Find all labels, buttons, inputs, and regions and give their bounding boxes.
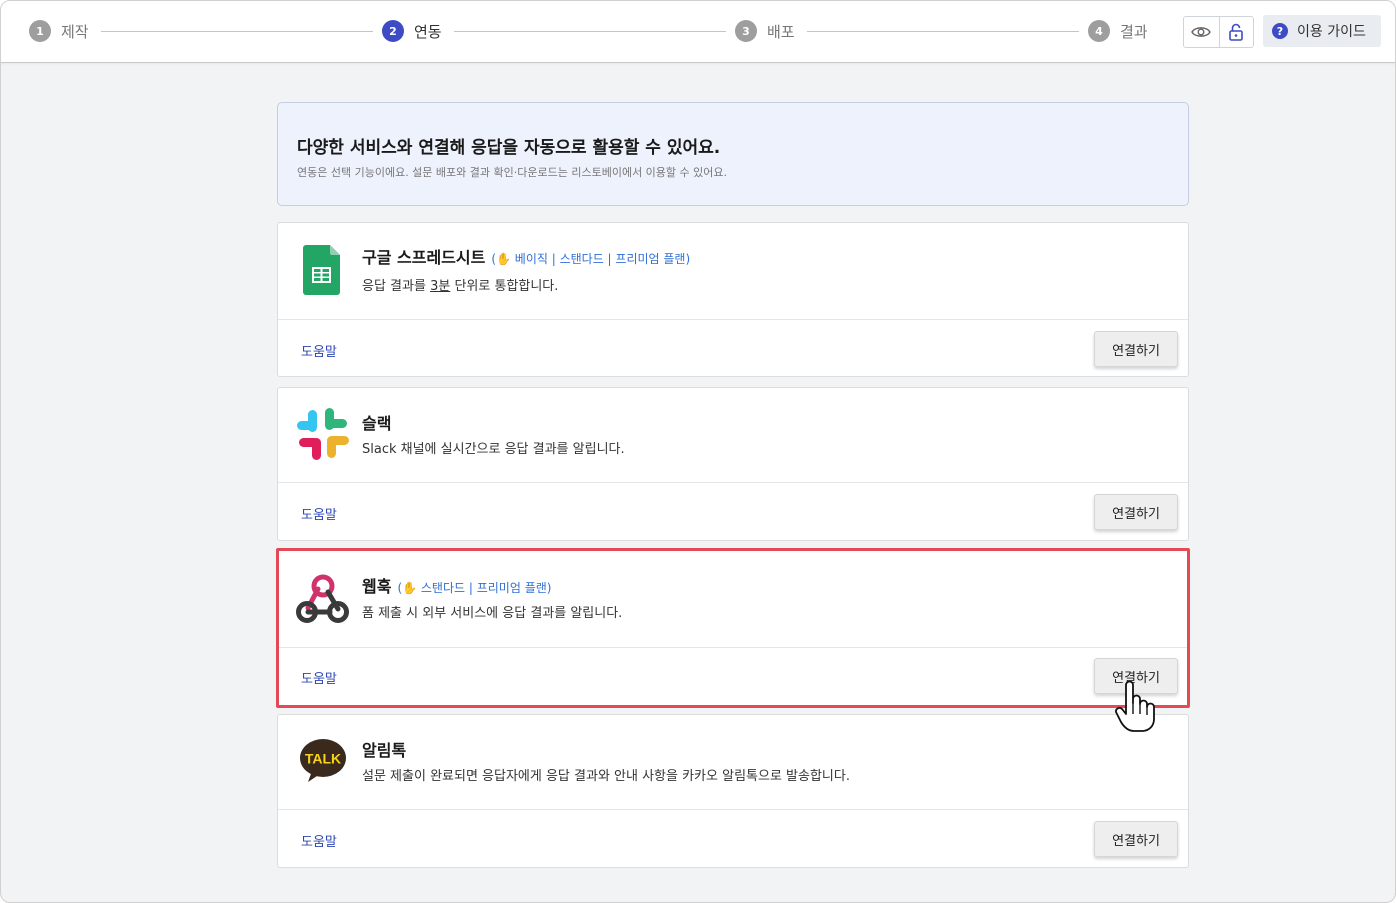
- step-number: 2: [382, 20, 404, 42]
- integration-description: 폼 제출 시 외부 서비스에 응답 결과를 알립니다.: [362, 606, 623, 621]
- step-number: 1: [29, 20, 51, 42]
- desc-text: 단위로 통합합니다.: [450, 279, 559, 294]
- connect-button[interactable]: 연결하기: [1094, 331, 1178, 367]
- desc-interval: 3분: [430, 279, 451, 294]
- help-link[interactable]: 도움말: [301, 504, 337, 523]
- step-label: 연동: [414, 22, 442, 41]
- info-banner: 다양한 서비스와 연결해 응답을 자동으로 활용할 수 있어요. 연동은 선택 …: [277, 102, 1189, 206]
- lock-button[interactable]: [1218, 17, 1254, 47]
- integration-description: 응답 결과를 3분 단위로 통합합니다.: [362, 275, 558, 294]
- step-number: 3: [735, 20, 757, 42]
- step-results[interactable]: 4 결과: [1088, 19, 1148, 43]
- connect-button[interactable]: 연결하기: [1094, 821, 1178, 857]
- integration-name: 알림톡: [362, 737, 406, 761]
- hand-pointer-cursor-icon: [1115, 681, 1155, 732]
- eye-icon: [1191, 27, 1212, 37]
- card-body: 슬랙 Slack 채널에 실시간으로 응답 결과를 알립니다.: [278, 388, 1188, 483]
- slack-icon: [296, 407, 350, 461]
- integration-card-slack: 슬랙 Slack 채널에 실시간으로 응답 결과를 알립니다. 도움말 연결하기: [277, 387, 1189, 541]
- integration-card-alimtalk: TALK 알림톡 설문 제출이 완료되면 응답자에게 응답 결과와 안내 사항을…: [277, 714, 1189, 868]
- banner-subtitle: 연동은 선택 기능이에요. 설문 배포와 결과 확인·다운로드는 리스토베이에서…: [297, 166, 728, 179]
- help-link[interactable]: 도움말: [301, 341, 337, 360]
- lock-icon: [1229, 23, 1244, 41]
- integration-name: 슬랙: [362, 410, 391, 434]
- step-connector: [454, 31, 726, 32]
- stepper-bar: 1 제작 2 연동 3 배포 4 결과 ? 이용 가이드: [1, 1, 1395, 63]
- connect-button[interactable]: 연결하기: [1094, 494, 1178, 530]
- usage-guide-label: 이용 가이드: [1297, 24, 1366, 40]
- desc-text: 응답 결과를: [362, 279, 431, 294]
- integration-name: 웹훅 (✋ 스탠다드 | 프리미엄 플랜): [362, 573, 551, 597]
- plan-badge: (✋ 베이직 | 스탠다드 | 프리미엄 플랜): [491, 252, 691, 266]
- plan-badge: (✋ 스탠다드 | 프리미엄 플랜): [397, 581, 552, 595]
- step-connector: [101, 31, 373, 32]
- integration-card-webhook: 웹훅 (✋ 스탠다드 | 프리미엄 플랜) 폼 제출 시 외부 서비스에 응답 결…: [277, 551, 1189, 705]
- integration-title: 알림톡: [362, 741, 407, 760]
- integration-name: 구글 스프레드시트 (✋ 베이직 | 스탠다드 | 프리미엄 플랜): [362, 244, 690, 268]
- card-body: TALK 알림톡 설문 제출이 완료되면 응답자에게 응답 결과와 안내 사항을…: [278, 715, 1188, 810]
- step-number: 4: [1088, 20, 1110, 42]
- kakao-talk-icon: TALK: [296, 733, 350, 787]
- preview-button[interactable]: [1184, 17, 1219, 47]
- integration-card-google-sheets: 구글 스프레드시트 (✋ 베이직 | 스탠다드 | 프리미엄 플랜) 응답 결과를…: [277, 222, 1189, 377]
- app-window: 1 제작 2 연동 3 배포 4 결과 ? 이용 가이드 다양한 서비스와 연결…: [0, 0, 1396, 903]
- integration-title: 구글 스프레드시트: [362, 248, 486, 267]
- integration-description: 설문 제출이 완료되면 응답자에게 응답 결과와 안내 사항을 카카오 알림톡으…: [362, 769, 850, 784]
- help-link[interactable]: 도움말: [301, 668, 337, 687]
- help-link[interactable]: 도움말: [301, 831, 337, 850]
- step-integration[interactable]: 2 연동: [382, 19, 442, 43]
- integration-description: Slack 채널에 실시간으로 응답 결과를 알립니다.: [362, 442, 625, 457]
- step-distribute[interactable]: 3 배포: [735, 19, 795, 43]
- talk-logo-text: TALK: [305, 751, 341, 767]
- google-sheets-icon: [296, 243, 350, 297]
- banner-title: 다양한 서비스와 연결해 응답을 자동으로 활용할 수 있어요.: [297, 138, 721, 158]
- integration-title: 슬랙: [362, 414, 392, 433]
- step-create[interactable]: 1 제작: [29, 19, 89, 43]
- card-body: 구글 스프레드시트 (✋ 베이직 | 스탠다드 | 프리미엄 플랜) 응답 결과를…: [278, 223, 1188, 320]
- step-label: 배포: [767, 22, 795, 41]
- help-circle-icon: ?: [1272, 23, 1288, 39]
- preview-lock-group: [1183, 16, 1254, 48]
- step-connector: [807, 31, 1079, 32]
- usage-guide-button[interactable]: ? 이용 가이드: [1263, 15, 1381, 47]
- step-label: 결과: [1120, 22, 1148, 41]
- step-label: 제작: [61, 22, 89, 41]
- integration-title: 웹훅: [362, 577, 392, 596]
- card-body: 웹훅 (✋ 스탠다드 | 프리미엄 플랜) 폼 제출 시 외부 서비스에 응답 결…: [278, 552, 1188, 648]
- webhook-icon: [296, 572, 350, 626]
